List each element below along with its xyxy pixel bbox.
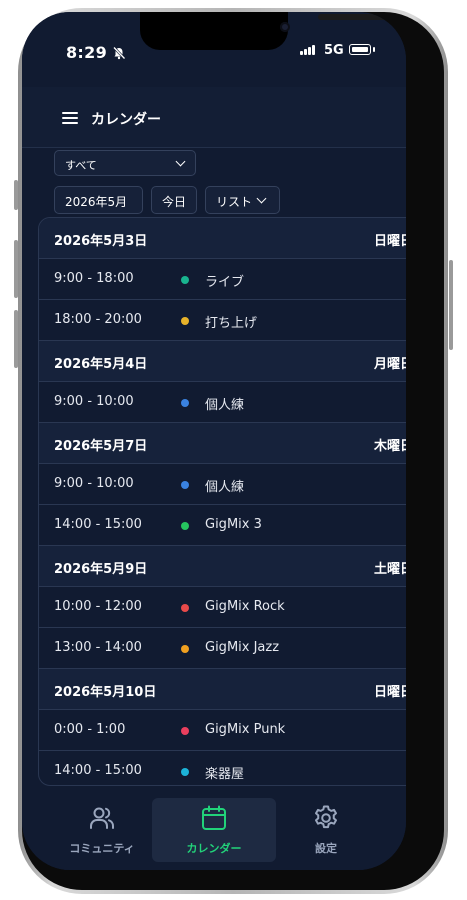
event-time: 13:00 - 14:00 — [54, 640, 142, 655]
view-label: リスト — [216, 195, 253, 209]
event-title: GigMix Punk — [205, 722, 286, 737]
bell-muted-icon — [113, 46, 126, 60]
event-title: GigMix Rock — [205, 599, 285, 614]
today-button[interactable]: 今日 — [151, 186, 197, 214]
tab-settings[interactable]: 設定 — [264, 798, 388, 862]
app-screen: 8:29 5G カレンダー すべて 2026年5月 今日 リスト 2026年5月… — [22, 12, 406, 870]
event-title: ライブ — [205, 275, 245, 290]
event-color-dot — [181, 317, 189, 325]
day-date: 2026年5月4日 — [54, 357, 148, 372]
event-time: 14:00 - 15:00 — [54, 763, 142, 778]
notch — [140, 12, 388, 50]
event-time: 0:00 - 1:00 — [54, 722, 126, 737]
event-time: 14:00 - 15:00 — [54, 517, 142, 532]
month-label: 2026年5月 — [65, 195, 128, 209]
event-title: 打ち上げ — [205, 316, 258, 331]
volume-up-button — [14, 240, 18, 298]
event-row[interactable]: 10:00 - 12:00 GigMix Rock — [39, 587, 406, 628]
day-header: 2026年5月3日 日曜日 — [39, 218, 406, 259]
event-color-dot — [181, 481, 189, 489]
event-row[interactable]: 9:00 - 10:00 個人練 — [39, 464, 406, 505]
tab-community[interactable]: コミュニティ — [40, 798, 164, 862]
event-time: 9:00 - 10:00 — [54, 476, 134, 491]
users-icon — [90, 807, 115, 829]
event-color-dot — [181, 522, 189, 530]
event-title: 個人練 — [205, 398, 245, 413]
power-button — [449, 260, 453, 350]
day-weekday: 月曜日 — [373, 357, 406, 372]
event-time: 9:00 - 18:00 — [54, 271, 134, 286]
filter-value: すべて — [65, 159, 97, 172]
tab-calendar[interactable]: カレンダー — [152, 798, 276, 862]
event-color-dot — [181, 399, 189, 407]
network-label: 5G — [324, 43, 344, 58]
calendar-icon — [202, 805, 226, 830]
day-weekday: 日曜日 — [373, 685, 406, 700]
event-color-dot — [181, 645, 189, 653]
day-weekday: 日曜日 — [373, 234, 406, 249]
day-header: 2026年5月7日 木曜日 — [39, 423, 406, 464]
event-row[interactable]: 0:00 - 1:00 GigMix Punk — [39, 710, 406, 751]
day-header: 2026年5月10日 日曜日 — [39, 669, 406, 710]
front-camera — [280, 22, 290, 32]
event-row[interactable]: 18:00 - 20:00 打ち上げ — [39, 300, 406, 341]
app-header: カレンダー — [22, 87, 406, 148]
tab-label: カレンダー — [186, 842, 242, 855]
tab-label: コミュニティ — [69, 842, 135, 855]
event-color-dot — [181, 727, 189, 735]
today-label: 今日 — [162, 195, 187, 209]
day-weekday: 土曜日 — [373, 562, 406, 577]
chevron-down-icon — [256, 193, 267, 204]
event-time: 10:00 - 12:00 — [54, 599, 142, 614]
day-date: 2026年5月9日 — [54, 562, 148, 577]
earpiece-speaker — [318, 14, 388, 20]
chevron-down-icon — [175, 156, 186, 167]
day-date: 2026年5月3日 — [54, 234, 148, 249]
page-title: カレンダー — [91, 112, 161, 128]
day-date: 2026年5月10日 — [54, 685, 157, 700]
bottom-tab-bar: コミュニティ カレンダー 設定 — [22, 790, 406, 870]
event-row[interactable]: 9:00 - 10:00 個人練 — [39, 382, 406, 423]
filter-select[interactable]: すべて — [54, 150, 196, 176]
event-title: 個人練 — [205, 480, 245, 495]
calendar-toolbar: すべて 2026年5月 今日 リスト — [22, 148, 406, 221]
battery-icon — [349, 44, 371, 55]
event-row[interactable]: 14:00 - 15:00 楽器屋 — [39, 751, 406, 785]
menu-icon[interactable] — [62, 112, 78, 124]
event-color-dot — [181, 768, 189, 776]
event-time: 18:00 - 20:00 — [54, 312, 142, 327]
status-time: 8:29 — [66, 43, 107, 62]
event-row[interactable]: 13:00 - 14:00 GigMix Jazz — [39, 628, 406, 669]
tab-label: 設定 — [315, 842, 337, 855]
event-color-dot — [181, 276, 189, 284]
event-title: 楽器屋 — [205, 767, 245, 782]
day-header: 2026年5月9日 土曜日 — [39, 546, 406, 587]
event-list: 2026年5月3日日曜日9:00 - 18:00ライブ18:00 - 20:00… — [38, 217, 406, 786]
volume-down-button — [14, 310, 18, 368]
day-date: 2026年5月7日 — [54, 439, 148, 454]
day-header: 2026年5月4日 月曜日 — [39, 341, 406, 382]
event-title: GigMix Jazz — [205, 640, 280, 655]
status-bar: 8:29 5G — [22, 12, 406, 72]
day-weekday: 木曜日 — [373, 439, 406, 454]
event-title: GigMix 3 — [205, 517, 262, 532]
view-select[interactable]: リスト — [205, 186, 280, 214]
event-color-dot — [181, 604, 189, 612]
event-row[interactable]: 9:00 - 18:00 ライブ — [39, 259, 406, 300]
event-time: 9:00 - 10:00 — [54, 394, 134, 409]
mute-switch — [14, 180, 18, 210]
event-row[interactable]: 14:00 - 15:00 GigMix 3 — [39, 505, 406, 546]
month-button[interactable]: 2026年5月 — [54, 186, 143, 214]
gear-icon — [315, 805, 337, 829]
